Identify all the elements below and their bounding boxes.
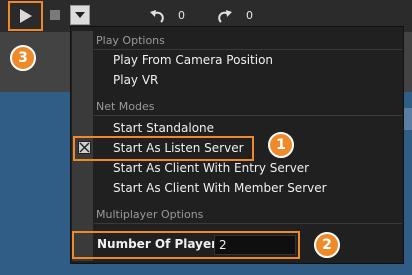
play-icon bbox=[20, 9, 32, 23]
radio-checked-icon bbox=[78, 141, 91, 154]
callout-badge-2: 2 bbox=[314, 232, 340, 258]
callout-badge-1: 1 bbox=[268, 132, 294, 158]
redo-icon bbox=[218, 10, 232, 23]
menu-item-play-vr[interactable]: Play VR bbox=[113, 73, 158, 87]
undo-count: 0 bbox=[178, 9, 185, 22]
callout-badge-3: 3 bbox=[10, 45, 36, 71]
chevron-down-icon bbox=[75, 12, 85, 18]
number-of-players-input[interactable]: 2 bbox=[214, 235, 296, 255]
stop-button[interactable] bbox=[50, 10, 60, 20]
separator bbox=[94, 115, 402, 116]
redo-button[interactable] bbox=[216, 7, 234, 25]
number-of-players-value: 2 bbox=[219, 238, 227, 252]
play-options-dropdown-button[interactable] bbox=[70, 5, 90, 25]
separator bbox=[94, 223, 402, 224]
section-net-modes: Net Modes bbox=[96, 100, 155, 113]
section-play-options: Play Options bbox=[96, 34, 165, 47]
menu-item-start-client-entry[interactable]: Start As Client With Entry Server bbox=[113, 161, 309, 175]
separator bbox=[94, 49, 402, 50]
menu-item-start-client-member[interactable]: Start As Client With Member Server bbox=[113, 181, 327, 195]
menu-item-start-standalone[interactable]: Start Standalone bbox=[113, 121, 214, 135]
section-multiplayer-options: Multiplayer Options bbox=[96, 208, 204, 221]
undo-icon bbox=[150, 10, 164, 23]
play-button[interactable] bbox=[12, 4, 39, 28]
redo-count: 0 bbox=[246, 9, 253, 22]
menu-item-start-listen-server[interactable]: Start As Listen Server bbox=[113, 141, 244, 155]
undo-button[interactable] bbox=[148, 7, 166, 25]
scroll-tab bbox=[404, 108, 412, 130]
number-of-players-label: Number Of Players bbox=[97, 237, 225, 251]
menu-item-play-from-camera[interactable]: Play From Camera Position bbox=[113, 53, 273, 67]
